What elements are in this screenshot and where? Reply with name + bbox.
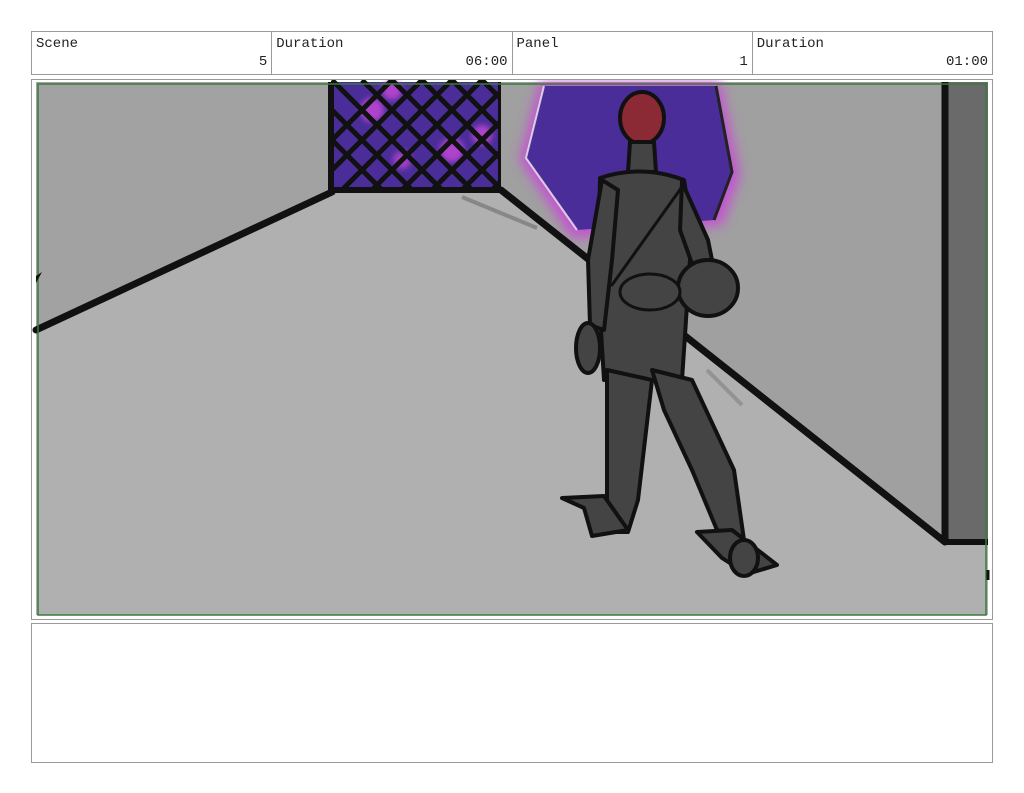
character-head bbox=[618, 90, 666, 146]
panel-notes-area[interactable] bbox=[31, 623, 993, 763]
panel-cell: Panel 1 bbox=[513, 32, 753, 74]
pillar bbox=[945, 82, 988, 542]
scene-duration-label: Duration bbox=[276, 36, 344, 52]
scene-duration-cell: Duration 06:00 bbox=[272, 32, 513, 74]
panel-label: Panel bbox=[516, 36, 559, 52]
shoulder-bag bbox=[676, 258, 740, 318]
scene-label: Scene bbox=[36, 36, 79, 52]
storyboard-sketch bbox=[32, 80, 990, 616]
panel-duration-cell: Duration 01:00 bbox=[753, 32, 992, 74]
scene-cell: Scene 5 bbox=[32, 32, 273, 74]
scene-number: 5 bbox=[258, 54, 268, 70]
panel-info-bar: Scene 5 Duration 06:00 Panel 1 Duration … bbox=[31, 31, 993, 75]
scene-duration-value: 06:00 bbox=[465, 54, 508, 70]
storyboard-frame bbox=[31, 79, 993, 620]
panel-number: 1 bbox=[739, 54, 748, 70]
panel-duration-label: Duration bbox=[756, 36, 824, 52]
panel-duration-value: 01:00 bbox=[945, 54, 988, 70]
